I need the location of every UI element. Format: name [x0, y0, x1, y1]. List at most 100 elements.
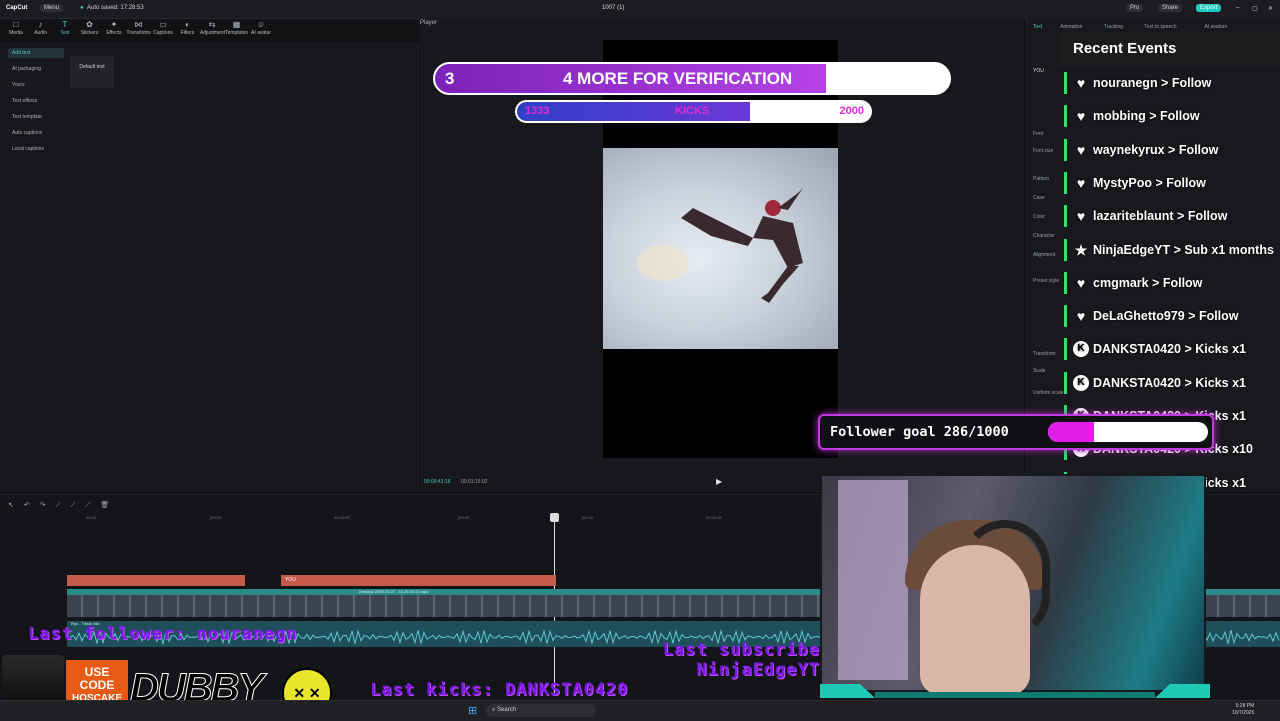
event-text: NinjaEdgeYT > Sub x1 months [1093, 242, 1274, 257]
event-item: ♥ nouranegn > Follow [1064, 72, 1280, 94]
autosave-status: Auto saved: 17:28:53 [87, 5, 144, 11]
toolbar-templates[interactable]: ▦ Templates [225, 20, 249, 36]
panel-tab-text-to-speech[interactable]: Text to speech [1144, 24, 1176, 30]
taskbar-clock[interactable]: 5:28 PM 10/7/2025 [1232, 703, 1254, 717]
player-timecode: 00:00:43:18 [424, 479, 451, 485]
toolbar-media[interactable]: □ Media [4, 20, 28, 36]
player-duration: 00:01:15:02 [461, 479, 488, 485]
default-text-card[interactable]: Default text [70, 56, 114, 88]
verification-progress-banner: 3 4 MORE FOR VERIFICATION 4 [433, 62, 951, 95]
text-clip[interactable] [67, 575, 245, 586]
property-color: Color [1033, 214, 1045, 220]
timeline-tick: 00:00:45 [334, 515, 350, 520]
taskbar-search[interactable]: ⌕ Search [486, 704, 596, 717]
event-item: ♥ mobbing > Follow [1064, 105, 1280, 128]
leftnav-ai-packaging[interactable]: AI packaging [8, 64, 64, 74]
maximize-icon[interactable]: ▢ [1252, 5, 1258, 12]
toolbar-filters[interactable]: ◐ Filters [176, 20, 200, 36]
dubby-can-image [2, 655, 64, 700]
event-item: ♥ DeLaGhetto979 > Follow [1064, 305, 1280, 328]
toolbar-icon: ⇆ [208, 20, 216, 29]
banner-right-number: 4 [931, 69, 941, 88]
event-text: DeLaGhetto979 > Follow [1093, 309, 1239, 324]
event-item: ♥ MystyPoo > Follow [1064, 171, 1280, 194]
panel-tab-tracking[interactable]: Tracking [1104, 24, 1123, 30]
toolbar-icon: ☺ [256, 20, 266, 29]
last-subscriber-text: Last subscribe NinjaEdgeYT [662, 640, 820, 680]
banner-left-number: 3 [445, 69, 455, 88]
leftnav-text-template[interactable]: Text template [8, 112, 64, 122]
heart-icon: ♥ [1076, 174, 1086, 191]
event-text: MystyPoo > Follow [1093, 175, 1206, 190]
media-toolbar: □ Media ♪ Audio T Text ✿ Stickers ✦ Effects ⋈ Trans… [0, 18, 300, 42]
heart-icon: ♥ [1076, 274, 1086, 291]
project-title: 1007 (1) [602, 5, 625, 11]
video-frame [603, 148, 838, 349]
timeline-tick: 00:00 [86, 515, 97, 520]
toolbar-label: Stickers [80, 30, 99, 36]
heart-icon: ♥ [1076, 108, 1086, 125]
property-pattern: Pattern [1033, 176, 1050, 182]
left-panel: Add text AI packaging Yours Text effects Tex… [0, 42, 419, 492]
close-icon[interactable]: ✕ [1268, 5, 1273, 12]
toolbar-icon: □ [13, 20, 19, 29]
event-text: waynekyrux > Follow [1093, 142, 1219, 157]
app-logo: CapCut [6, 5, 28, 11]
event-item: K DANKSTA0420 > Kicks x1 [1064, 371, 1280, 394]
toolbar-effects[interactable]: ✦ Effects [102, 20, 126, 36]
leftnav-local-captions[interactable]: Local captions [8, 144, 64, 154]
toolbar-label: Media [9, 30, 23, 36]
taskbar-time: 5:28 PM [1235, 703, 1255, 709]
property-uniform-scale: Uniform scale [1033, 390, 1064, 396]
share-button[interactable]: Share [1158, 4, 1183, 12]
menu-button[interactable]: Menu [40, 4, 64, 12]
headset-icon [960, 520, 1050, 640]
text-preview[interactable]: YOU [1033, 68, 1044, 74]
toolbar-audio[interactable]: ♪ Audio [29, 20, 53, 36]
event-item: K DANKSTA0420 > Kicks x1 [1064, 338, 1280, 361]
property-alignment: Alignment [1033, 252, 1056, 258]
heart-icon: ♥ [1076, 75, 1086, 91]
toolbar-transitions[interactable]: ⋈ Transitions [127, 20, 151, 36]
toolbar-text[interactable]: T Text [53, 20, 77, 36]
event-text: lazariteblaunt > Follow [1093, 209, 1228, 224]
toolbar-adjustment[interactable]: ⇆ Adjustment [200, 20, 226, 36]
minimize-icon[interactable]: – [1236, 5, 1239, 11]
spider-man-figure [637, 188, 803, 303]
kicks-progress-bar: 1333 KICKS 2000 [515, 100, 872, 123]
kicks-current: 1333 [525, 105, 550, 117]
event-item: ♥ lazariteblaunt > Follow [1064, 205, 1280, 228]
property-character: Character [1033, 233, 1055, 239]
heart-icon: ♥ [1076, 141, 1086, 158]
toolbar-ai-avatar[interactable]: ☺ AI avatar [249, 20, 273, 36]
playhead-handle[interactable] [550, 513, 559, 522]
leftnav-auto-captions[interactable]: Auto captions [8, 128, 64, 138]
webcam-frame-decoration [820, 684, 1210, 698]
pro-button[interactable]: Pro [1126, 4, 1144, 12]
taskbar: ⊞ ⌕ Search 5:28 PM 10/7/2025 [0, 700, 1280, 721]
export-button[interactable]: Export [1196, 4, 1222, 12]
windows-start-icon[interactable]: ⊞ [468, 704, 477, 717]
leftnav-add-text[interactable]: Add text [8, 48, 64, 58]
text-clip-you[interactable]: YOU [281, 575, 556, 586]
toolbar-label: Transitions [126, 30, 151, 36]
leftnav-text-effects[interactable]: Text effects [8, 96, 64, 106]
toolbar-captions[interactable]: ▭ Captions [151, 20, 175, 36]
play-icon[interactable]: ▶ [716, 477, 722, 486]
sponsor-code-line2: CODE [79, 678, 115, 692]
panel-tab-animation[interactable]: Animation [1060, 24, 1082, 30]
recent-events-title: Recent Events [1073, 40, 1177, 57]
leftnav-yours[interactable]: Yours [8, 80, 64, 90]
panel-tab-ai-avatars[interactable]: AI avatars [1205, 24, 1228, 30]
timeline-tools[interactable]: ↖↶↷⟋⟋⟋🗑 [8, 501, 119, 510]
event-text: DANKSTA0420 > Kicks x1 [1093, 342, 1246, 357]
toolbar-icon: ✦ [110, 20, 118, 29]
toolbar-label: Text [60, 30, 70, 36]
toolbar-icon: ▭ [159, 20, 167, 29]
kick-icon: K [1073, 341, 1089, 358]
panel-tab-text[interactable]: Text [1033, 24, 1042, 30]
toolbar-stickers[interactable]: ✿ Stickers [78, 20, 102, 36]
toolbar-label: Audio [34, 30, 47, 36]
kick-icon: K [1073, 374, 1089, 391]
toolbar-label: Adjustment [200, 30, 226, 36]
